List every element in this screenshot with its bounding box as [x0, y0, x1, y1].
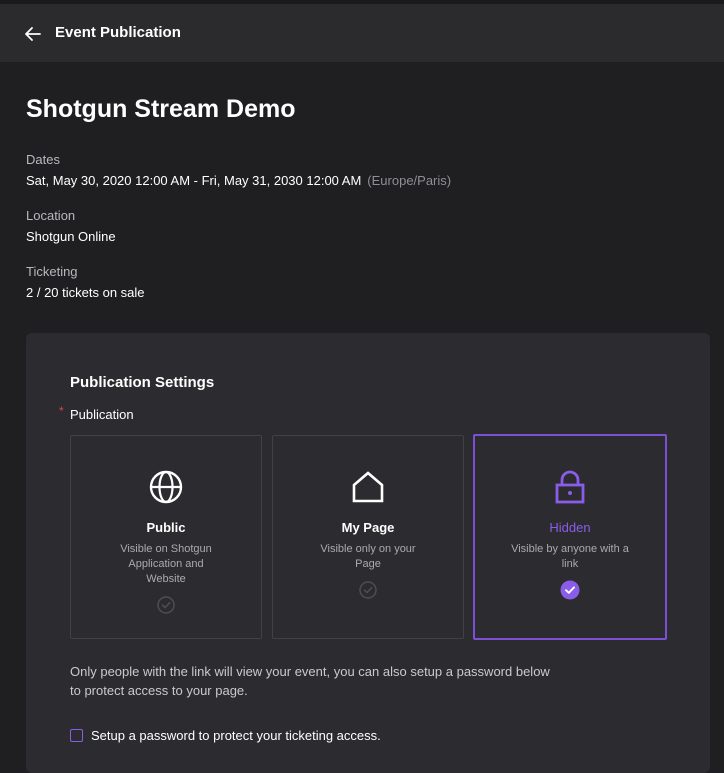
- timezone-label: (Europe/Paris): [367, 173, 452, 188]
- option-card-my-page[interactable]: My Page Visible only on your Page: [272, 435, 464, 639]
- dates-value: Sat, May 30, 2020 12:00 AM - Fri, May 31…: [26, 173, 362, 188]
- option-check-public: [71, 596, 261, 614]
- event-title: Shotgun Stream Demo: [26, 95, 296, 123]
- option-card-hidden[interactable]: Hidden Visible by anyone with a link: [473, 434, 667, 640]
- arrow-left-icon: [25, 27, 41, 41]
- home-icon: [352, 471, 384, 503]
- lock-icon: [555, 470, 585, 504]
- option-title-hidden: Hidden: [549, 520, 591, 535]
- top-bar: Event Publication: [0, 0, 724, 62]
- option-icon-wrap: [273, 469, 463, 505]
- check-circle-icon: [359, 581, 377, 599]
- password-checkbox[interactable]: [70, 729, 83, 742]
- option-check-my-page: [273, 581, 463, 599]
- option-icon-wrap: [475, 469, 665, 505]
- option-desc-public: Visible on Shotgun Application and Websi…: [120, 543, 212, 585]
- ticketing-label: Ticketing: [26, 264, 78, 279]
- location-value: Shotgun Online: [26, 229, 116, 244]
- check-circle-filled-icon: [560, 580, 580, 600]
- dates-label: Dates: [26, 152, 60, 167]
- page-header-title: Event Publication: [55, 24, 181, 41]
- location-label: Location: [26, 208, 76, 223]
- check-circle-icon: [157, 596, 175, 614]
- option-desc-hidden: Visible by anyone with a link: [511, 543, 629, 570]
- globe-icon: [149, 470, 183, 504]
- publication-label: Publication: [70, 407, 134, 422]
- required-marker: *: [59, 404, 64, 418]
- option-icon-wrap: [71, 469, 261, 505]
- password-checkbox-row[interactable]: Setup a password to protect your ticketi…: [70, 728, 381, 743]
- settings-title: Publication Settings: [70, 374, 215, 391]
- option-title-my-page: My Page: [341, 520, 395, 535]
- option-title-public: Public: [146, 520, 186, 535]
- option-desc-my-page: Visible only on your Page: [320, 543, 416, 570]
- option-check-hidden: [475, 580, 665, 600]
- back-button[interactable]: [22, 23, 44, 45]
- dates-value-row: Sat, May 30, 2020 12:00 AM - Fri, May 31…: [26, 173, 451, 188]
- option-card-public[interactable]: Public Visible on Shotgun Application an…: [70, 435, 262, 639]
- publication-help-text: Only people with the link will view your…: [70, 664, 550, 698]
- publication-field-label: * Publication: [59, 404, 134, 422]
- ticketing-value: 2 / 20 tickets on sale: [26, 285, 145, 300]
- publication-settings-panel: Publication Settings * Publication Publi…: [26, 333, 710, 773]
- password-checkbox-label: Setup a password to protect your ticketi…: [91, 728, 381, 743]
